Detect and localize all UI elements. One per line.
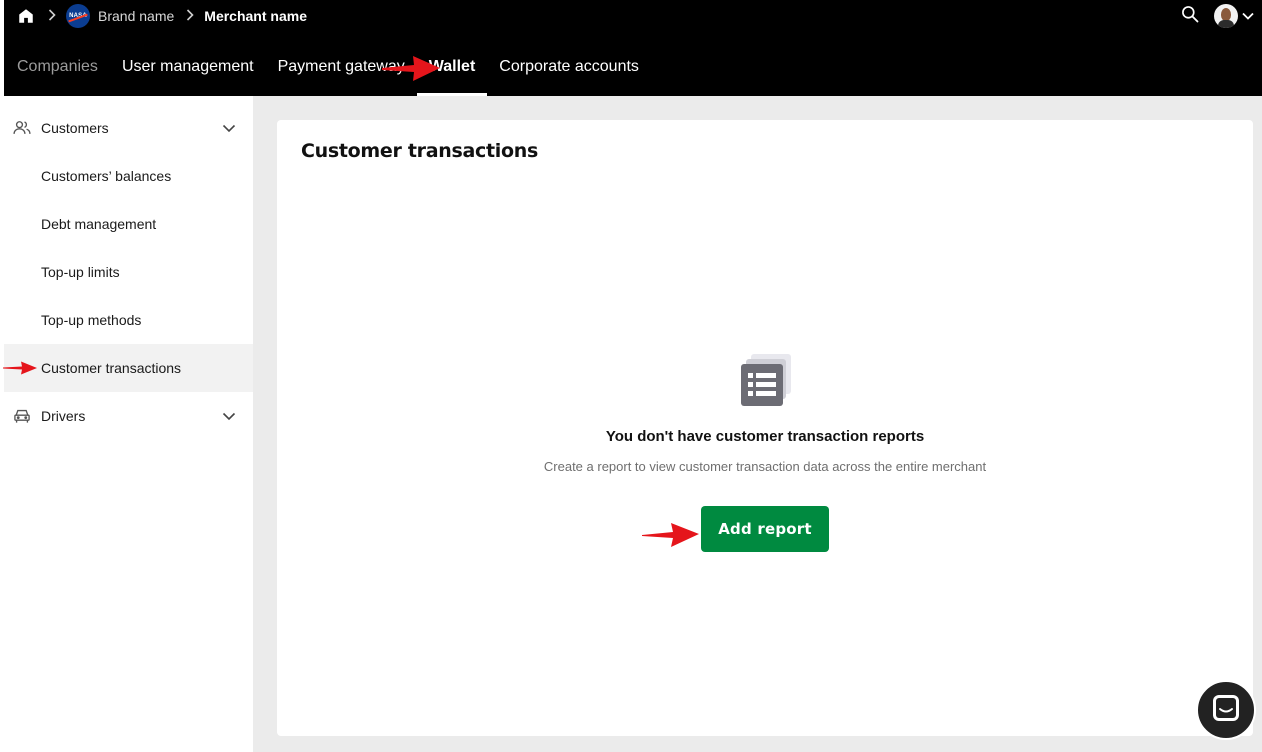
main-content: Customer transactions You don't have cus…	[253, 96, 1262, 752]
sidebar-item-customer-transactions[interactable]: Customer transactions	[2, 344, 253, 392]
annotation-arrow-icon	[641, 520, 701, 555]
sidebar-group-drivers[interactable]: Drivers	[4, 392, 253, 440]
chevron-down-icon[interactable]	[1242, 7, 1254, 25]
tab-companies[interactable]: Companies	[4, 40, 110, 96]
sidebar: Customers Customers’ balances Debt manag…	[2, 96, 253, 752]
content-card: Customer transactions You don't have cus…	[277, 120, 1253, 736]
sidebar-item-label: Top-up limits	[41, 264, 120, 280]
sidebar-item-label: Customers’ balances	[41, 168, 172, 184]
page-title: Customer transactions	[301, 140, 538, 162]
chat-icon	[1211, 693, 1241, 728]
users-icon	[12, 118, 32, 138]
sidebar-group-customers[interactable]: Customers	[4, 104, 253, 152]
chevron-right-icon	[186, 8, 194, 24]
sidebar-group-label: Customers	[41, 120, 109, 136]
tab-corporate-accounts[interactable]: Corporate accounts	[487, 40, 651, 96]
chat-launcher-button[interactable]	[1196, 680, 1256, 740]
tab-user-management[interactable]: User management	[110, 40, 266, 96]
user-menu[interactable]	[1214, 4, 1254, 28]
car-icon	[12, 406, 32, 426]
sidebar-item-customers-balances[interactable]: Customers’ balances	[4, 152, 253, 200]
empty-state-description: Create a report to view customer transac…	[543, 459, 987, 474]
add-report-container: Add report	[642, 506, 829, 552]
top-header: NASA Brand name Merchant name Companies …	[4, 0, 1262, 96]
sidebar-item-label: Top-up methods	[41, 312, 142, 328]
avatar[interactable]	[1214, 4, 1238, 28]
chevron-down-icon[interactable]	[221, 120, 237, 136]
home-icon[interactable]	[16, 6, 36, 26]
report-list-icon	[737, 352, 793, 408]
empty-state-heading: You don't have customer transaction repo…	[605, 428, 925, 445]
sidebar-item-debt-management[interactable]: Debt management	[4, 200, 253, 248]
sidebar-item-top-up-methods[interactable]: Top-up methods	[4, 296, 253, 344]
add-report-button[interactable]: Add report	[701, 506, 829, 552]
empty-state: You don't have customer transaction repo…	[277, 352, 1253, 552]
brand-logo: NASA	[66, 4, 90, 28]
sidebar-item-top-up-limits[interactable]: Top-up limits	[4, 248, 253, 296]
sidebar-item-label: Debt management	[41, 216, 157, 232]
breadcrumb-brand-name[interactable]: Brand name	[98, 8, 174, 24]
main-nav-tabs: Companies User management Payment gatewa…	[4, 40, 651, 96]
search-icon[interactable]	[1180, 4, 1200, 29]
annotation-arrow-icon	[2, 361, 38, 378]
header-actions	[1180, 4, 1254, 28]
chevron-down-icon[interactable]	[221, 408, 237, 424]
sidebar-item-label: Customer transactions	[41, 360, 182, 376]
chevron-right-icon	[48, 8, 56, 24]
annotation-arrow-icon	[380, 53, 442, 90]
sidebar-group-label: Drivers	[41, 408, 86, 424]
breadcrumb-merchant-name[interactable]: Merchant name	[204, 8, 307, 24]
breadcrumb: NASA Brand name Merchant name	[16, 4, 307, 28]
